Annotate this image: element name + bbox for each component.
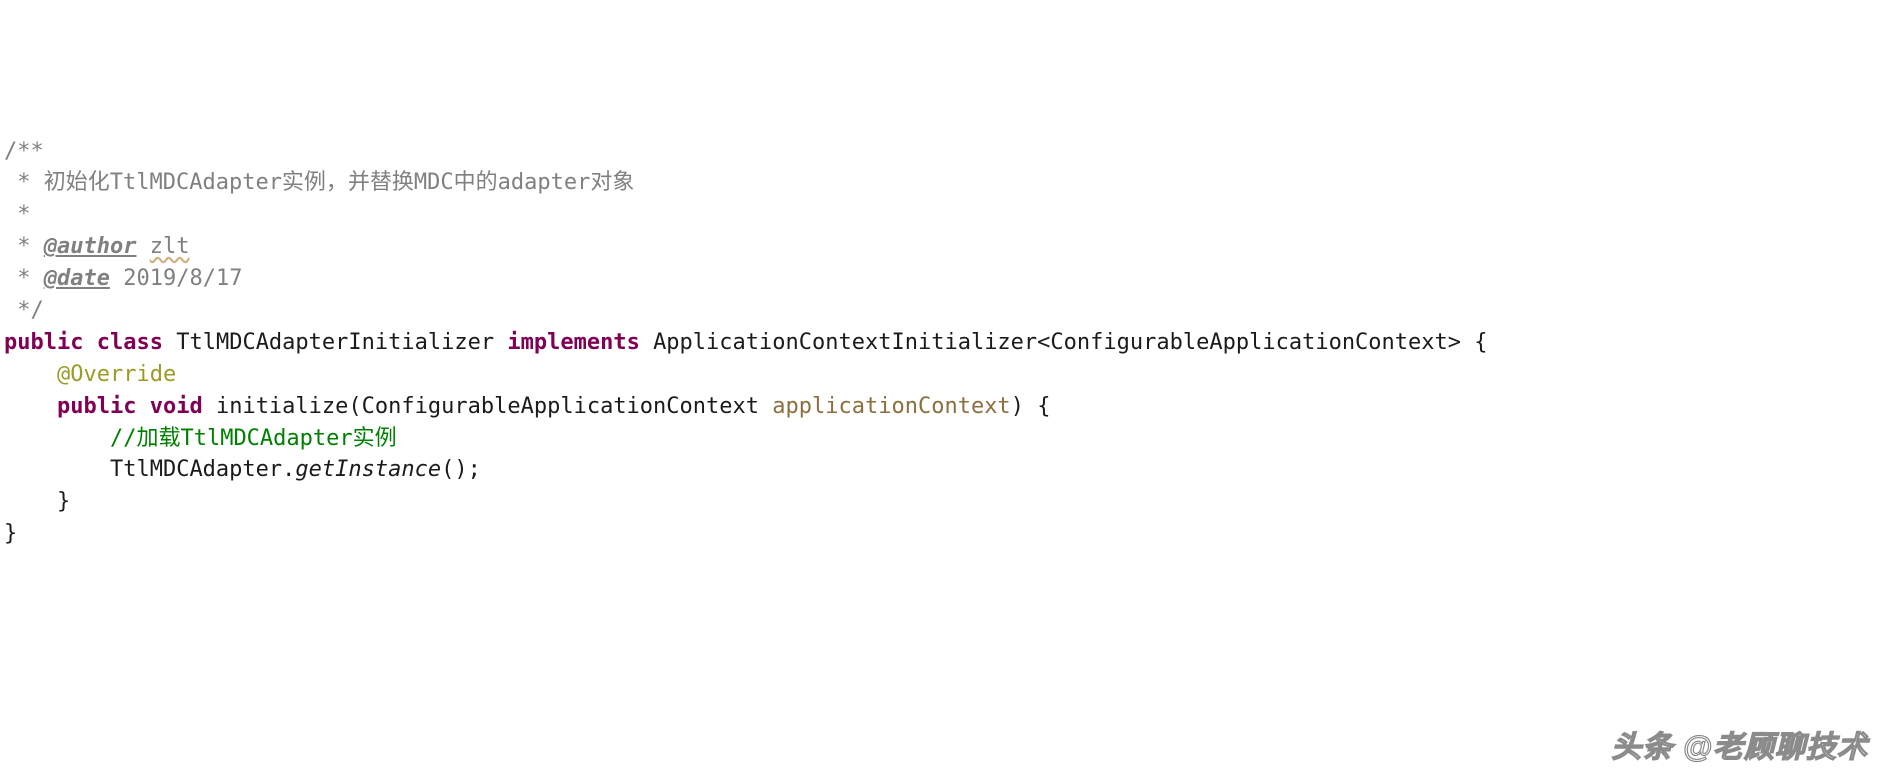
stmt-tail: ();: [441, 457, 481, 482]
javadoc-star: *: [4, 170, 44, 195]
javadoc-date-tag: @date: [44, 266, 110, 291]
javadoc-close: */: [4, 298, 44, 323]
javadoc-open: /**: [4, 139, 44, 164]
class-name: TtlMDCAdapterInitializer: [176, 330, 494, 355]
param-type: ConfigurableApplicationContext: [362, 394, 759, 419]
javadoc-date-value: 2019/8/17: [123, 266, 242, 291]
code-block: /** * 初始化TtlMDCAdapter实例，并替换MDC中的adapter…: [4, 136, 1888, 551]
javadoc-star: *: [4, 234, 44, 259]
spacer: [136, 234, 149, 259]
annotation-override: @Override: [57, 362, 176, 387]
brace: }: [4, 521, 17, 546]
keyword-public: public: [4, 330, 83, 355]
keyword-public: public: [57, 394, 136, 419]
param-name: applicationContext: [772, 394, 1010, 419]
stmt-receiver: TtlMDCAdapter: [110, 457, 282, 482]
spacer: [110, 266, 123, 291]
javadoc-star: *: [4, 266, 44, 291]
watermark: 头条 @老顾聊技术: [1611, 726, 1868, 770]
brace: {: [1474, 330, 1487, 355]
inline-comment: //加载TtlMDCAdapter实例: [110, 426, 397, 451]
brace: {: [1037, 394, 1050, 419]
generic-type: ConfigurableApplicationContext: [1050, 330, 1447, 355]
brace: }: [57, 489, 70, 514]
javadoc-author-tag: @author: [44, 234, 137, 259]
javadoc-description: 初始化TtlMDCAdapter实例，并替换MDC中的adapter对象: [44, 170, 635, 195]
keyword-implements: implements: [507, 330, 639, 355]
stmt-method: getInstance: [295, 457, 441, 482]
method-name: initialize: [216, 394, 348, 419]
javadoc-author-value: zlt: [150, 234, 190, 259]
javadoc-star: *: [4, 202, 31, 227]
interface-name: ApplicationContextInitializer: [653, 330, 1037, 355]
keyword-class: class: [97, 330, 163, 355]
keyword-void: void: [150, 394, 203, 419]
